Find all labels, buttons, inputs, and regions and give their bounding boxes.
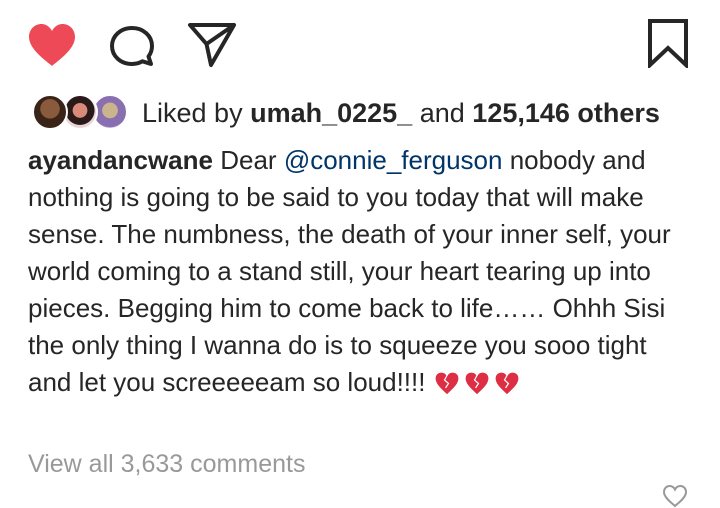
likes-others[interactable]: 125,146 others: [472, 98, 660, 128]
partially-visible-comment: [28, 486, 668, 497]
liker-username[interactable]: umah_0225_: [250, 98, 412, 128]
post-action-bar: [0, 0, 720, 90]
view-all-comments-link[interactable]: View all 3,633 comments: [28, 448, 305, 480]
broken-heart-emojis: [433, 369, 523, 407]
bookmark-icon[interactable]: [646, 18, 690, 68]
likes-summary[interactable]: Liked by umah_0225_ and 125,146 others: [142, 96, 660, 130]
post-caption: ayandancwane Dear @connie_ferguson nobod…: [28, 142, 688, 407]
broken-heart-icon: [464, 371, 490, 396]
broken-heart-icon: [494, 371, 520, 396]
caption-body: nobody and nothing is going to be said t…: [28, 145, 671, 397]
likes-conjunction: and: [419, 98, 465, 128]
broken-heart-icon: [434, 371, 460, 396]
caption-username[interactable]: ayandancwane: [28, 145, 213, 175]
caption-mention[interactable]: @connie_ferguson: [284, 145, 503, 175]
comment-icon[interactable]: [108, 24, 156, 68]
comment-like-icon[interactable]: [662, 484, 688, 508]
likes-row: Liked by umah_0225_ and 125,146 others: [30, 92, 710, 134]
avatar[interactable]: [32, 94, 68, 130]
caption-lead: Dear: [220, 145, 277, 175]
likes-prefix: Liked by: [142, 98, 243, 128]
heart-icon[interactable]: [26, 22, 78, 68]
share-icon[interactable]: [186, 20, 238, 68]
